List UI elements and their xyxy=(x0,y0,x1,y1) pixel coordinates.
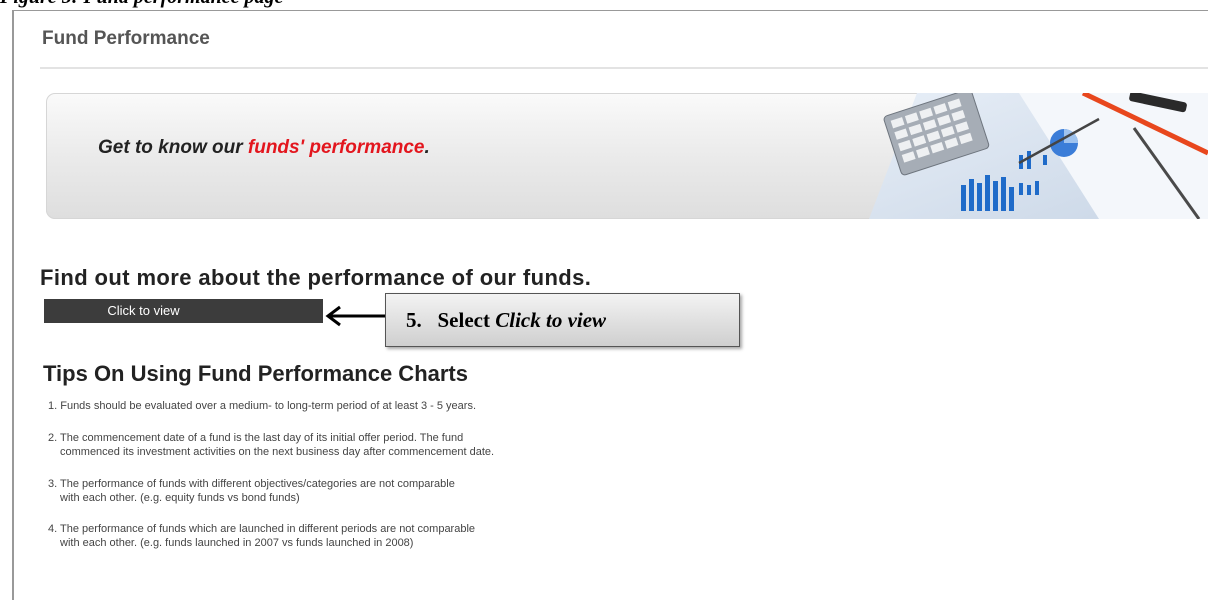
click-to-view-label: Click to view xyxy=(107,303,180,318)
figure-caption: Figure 5: Fund performance page xyxy=(0,0,283,9)
banner-text-after: . xyxy=(424,137,430,158)
title-divider xyxy=(40,67,1208,69)
tip-item-line: commenced its investment activities on t… xyxy=(60,446,495,458)
tip-item-line: 3. The performance of funds with differe… xyxy=(48,478,455,490)
banner-text: Get to know our funds' performance. xyxy=(98,137,430,159)
charts-and-calculator-image xyxy=(869,93,1208,219)
section-heading: Find out more about the performance of o… xyxy=(40,265,592,290)
banner-text-before: Get to know our xyxy=(98,137,248,158)
tip-item-line: 2. The commencement date of a fund is th… xyxy=(48,432,464,444)
tip-item: 2. The commencement date of a fund is th… xyxy=(48,431,494,459)
instruction-callout: 5. Select Click to view xyxy=(385,293,740,347)
tip-item-line: 1. Funds should be evaluated over a medi… xyxy=(48,400,477,412)
tip-item-line: 4. The performance of funds which are la… xyxy=(48,523,476,535)
tip-item: 4. The performance of funds which are la… xyxy=(48,522,475,550)
callout-text: Select xyxy=(437,308,496,332)
tip-item-line: with each other. (e.g. funds launched in… xyxy=(60,537,414,549)
tip-item: 3. The performance of funds with differe… xyxy=(48,477,455,505)
callout-step: 5. xyxy=(406,308,422,332)
tips-heading: Tips On Using Fund Performance Charts xyxy=(43,361,468,386)
tip-item-line: with each other. (e.g. equity funds vs b… xyxy=(60,492,300,504)
click-to-view-button[interactable]: Click to view xyxy=(44,299,323,323)
banner-text-highlight: funds' performance xyxy=(247,137,425,158)
tip-item: 1. Funds should be evaluated over a medi… xyxy=(48,399,476,413)
promo-banner: Get to know our funds' performance. xyxy=(46,93,1208,219)
callout-text-italic: Click to view xyxy=(495,308,607,332)
arrow-left-icon xyxy=(325,305,390,327)
page-title: Fund Performance xyxy=(42,28,210,49)
